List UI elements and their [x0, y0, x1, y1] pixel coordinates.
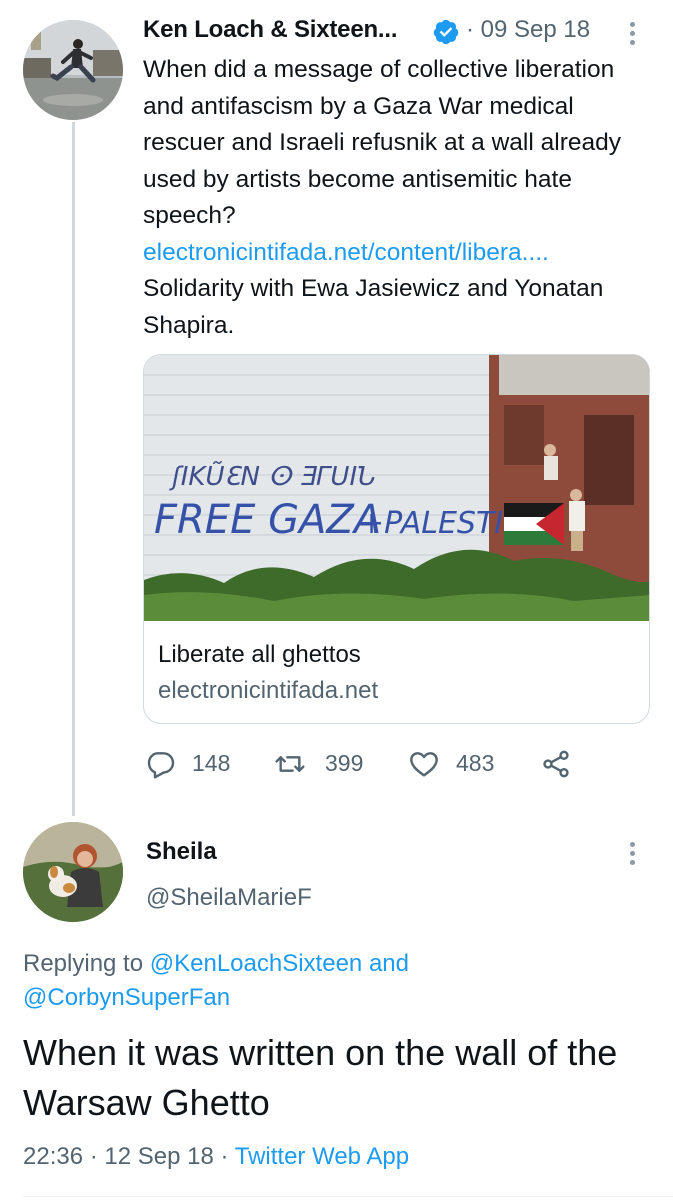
link-preview-card[interactable]: ʃIKŨƐN ⵙ ƎΓUIՆ FREE GAZA +PALESTINE Libe… [143, 354, 650, 724]
tweet-date-text: 09 Sep 18 [480, 16, 591, 43]
reply-date[interactable]: 12 Sep 18 [104, 1143, 213, 1170]
date-separator: · [466, 16, 474, 43]
like-count: 483 [456, 750, 495, 776]
share-icon[interactable] [540, 748, 572, 780]
reply-time[interactable]: 22:36 [23, 1143, 83, 1170]
tweet-body-text: When did a message of collective liberat… [143, 56, 621, 229]
reply-icon[interactable] [145, 748, 177, 780]
divider [23, 1196, 673, 1197]
sheila-avatar[interactable] [23, 822, 123, 922]
meta-separator: · [89, 1143, 98, 1170]
tweet-date[interactable]: · 09 Sep 18 [466, 16, 590, 44]
replying-prefix: Replying to [23, 950, 144, 977]
card-domain: electronicintifada.net [158, 677, 379, 704]
source-app-link[interactable]: Twitter Web App [235, 1143, 409, 1170]
reply-author-name[interactable]: Sheila [146, 838, 217, 866]
reply-text: When it was written on the wall of the W… [23, 1032, 618, 1123]
retweet-icon[interactable] [274, 748, 306, 780]
mention-and: and [368, 950, 409, 977]
reply-count: 148 [192, 750, 231, 776]
tweet-text: When did a message of collective liberat… [143, 52, 643, 344]
tweet-body-text-2: Solidarity with Ewa Jasiewicz and Yonata… [143, 275, 604, 339]
card-title: Liberate all ghettos [158, 641, 361, 668]
reply-timestamp: 22:36 · 12 Sep 18 · Twitter Web App [23, 1143, 409, 1171]
replying-to-line: Replying to @KenLoachSixteen and @Corbyn… [23, 947, 653, 1015]
verified-badge-icon [432, 18, 460, 46]
mention-corbyn-superfan[interactable]: @CorbynSuperFan [23, 984, 230, 1011]
retweet-count: 399 [325, 750, 364, 776]
meta-separator: · [220, 1143, 229, 1170]
ken-loach-avatar[interactable] [23, 20, 123, 120]
svg-text:ʃIKŨƐN ⵙ ƎΓUIՆ: ʃIKŨƐN ⵙ ƎΓUIՆ [169, 460, 376, 492]
mention-ken-loach[interactable]: @KenLoachSixteen [150, 950, 363, 977]
more-options-icon[interactable] [627, 22, 637, 48]
like-icon[interactable] [408, 748, 440, 780]
tweet-author-name[interactable]: Ken Loach & Sixteen... [143, 16, 398, 44]
reply-author-handle[interactable]: @SheilaMarieF [146, 884, 312, 912]
card-image: ʃIKŨƐN ⵙ ƎΓUIՆ FREE GAZA +PALESTINE [144, 355, 649, 621]
more-options-icon[interactable] [627, 842, 637, 868]
thread-connector-line [72, 122, 75, 816]
tweet-link[interactable]: electronicintifada.net/content/libera...… [143, 239, 549, 266]
card-image-graffiti: FREE GAZA [154, 497, 381, 543]
